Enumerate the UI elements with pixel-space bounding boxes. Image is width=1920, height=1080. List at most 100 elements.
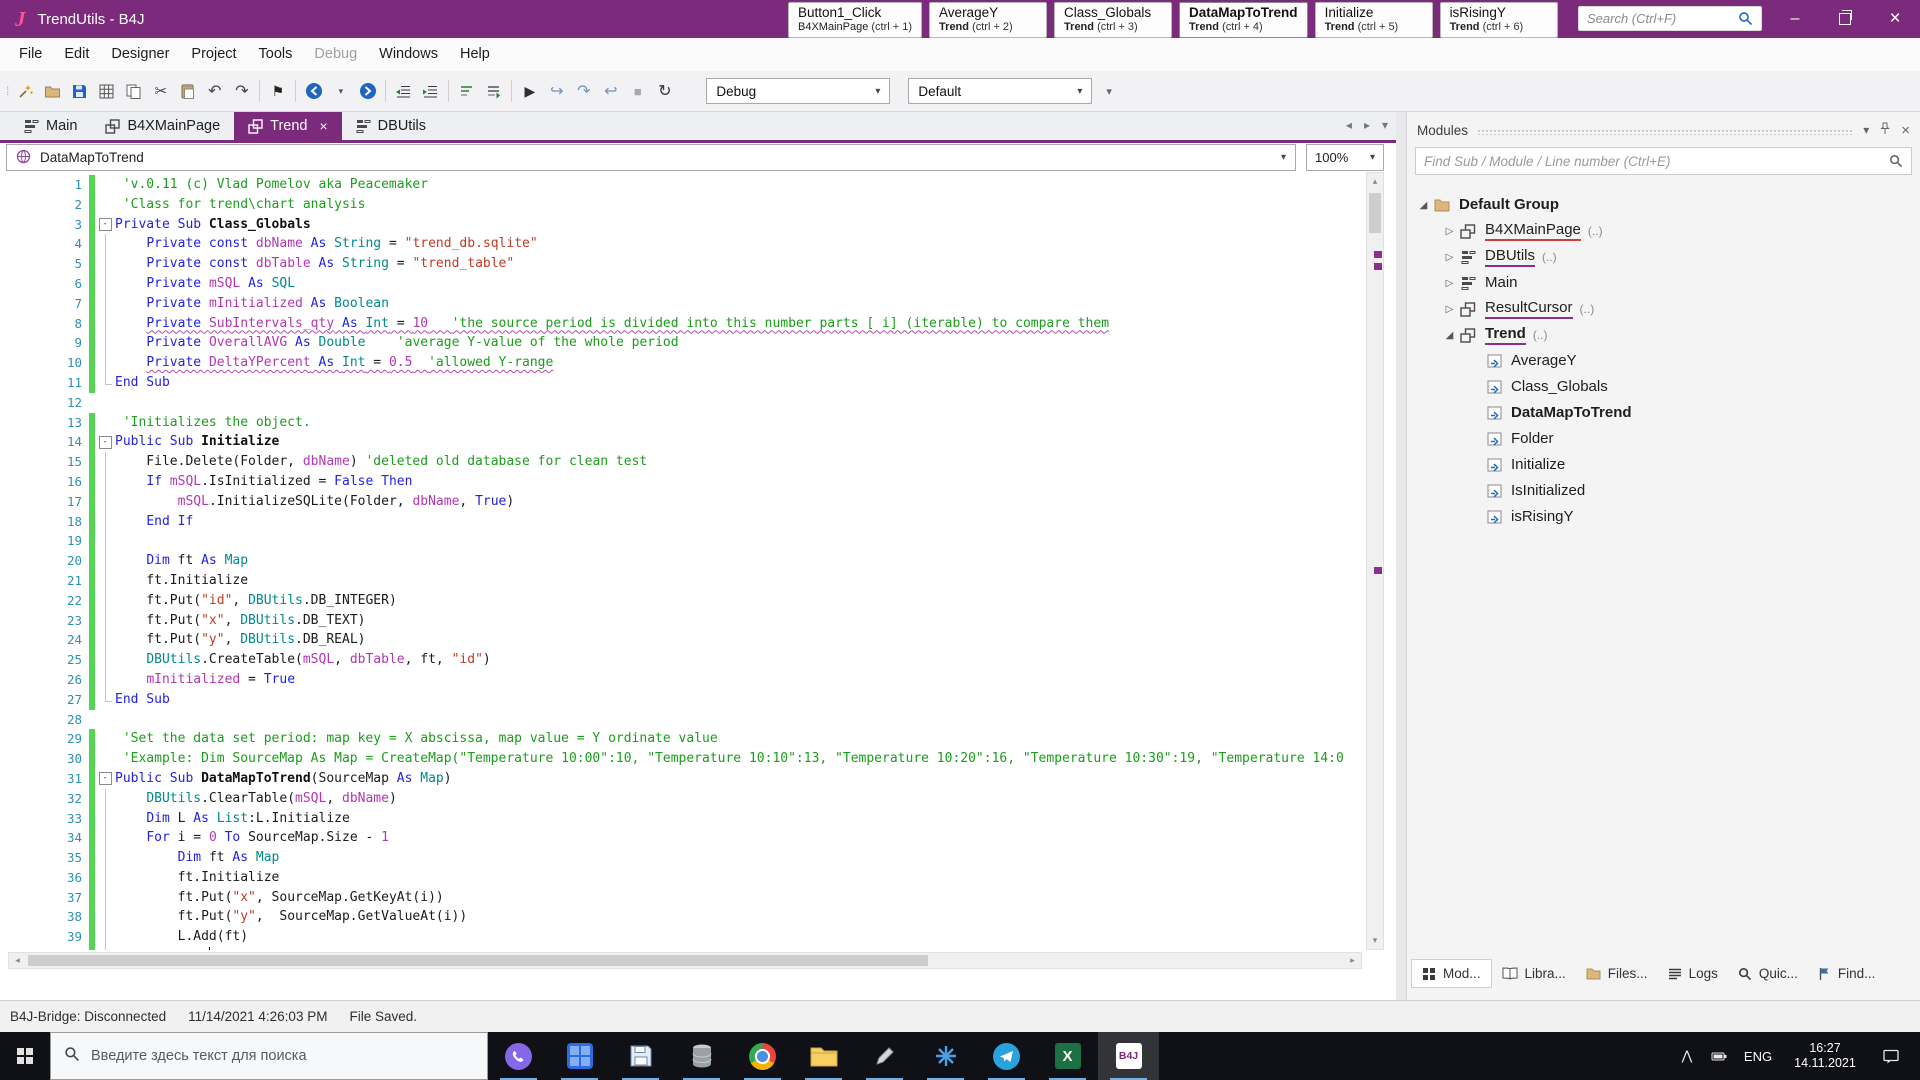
line-number[interactable]: 21 bbox=[0, 571, 87, 591]
copy-button[interactable] bbox=[120, 78, 147, 105]
fold-marker[interactable]: - bbox=[95, 769, 115, 789]
code-line[interactable]: 15 File.Delete(Folder, dbName) 'deleted … bbox=[0, 452, 1362, 472]
code-line[interactable]: 14 - Public Sub Initialize bbox=[0, 432, 1362, 452]
line-number[interactable]: 10 bbox=[0, 353, 87, 373]
scroll-up-icon[interactable]: ▴ bbox=[1367, 173, 1383, 190]
expander-icon[interactable]: ▷ bbox=[1441, 278, 1458, 289]
language-indicator[interactable]: ENG bbox=[1735, 1049, 1781, 1064]
line-number[interactable]: 8 bbox=[0, 314, 87, 334]
fold-marker[interactable]: - bbox=[95, 215, 115, 235]
code-line[interactable]: 18 End If bbox=[0, 512, 1362, 532]
expander-icon[interactable]: ◢ bbox=[1441, 330, 1458, 341]
comment-code-button[interactable] bbox=[453, 78, 480, 105]
code-line[interactable]: 3 - Private Sub Class_Globals bbox=[0, 215, 1362, 235]
code-line[interactable]: 33 Dim L As List:L.Initialize bbox=[0, 809, 1362, 829]
line-number[interactable]: 39 bbox=[0, 927, 87, 947]
quick-tab-Class_Globals[interactable]: Class_Globals Trend (ctrl + 3) bbox=[1054, 2, 1172, 38]
tree-item-IsInitialized[interactable]: IsInitialized bbox=[1407, 478, 1920, 504]
navigate-forward-button[interactable] bbox=[354, 78, 381, 105]
paste-button[interactable] bbox=[174, 78, 201, 105]
line-number[interactable]: 24 bbox=[0, 630, 87, 650]
expander-icon[interactable]: ▷ bbox=[1441, 252, 1458, 263]
outdent-code-button[interactable] bbox=[417, 78, 444, 105]
line-number[interactable]: 17 bbox=[0, 492, 87, 512]
line-number[interactable]: 29 bbox=[0, 729, 87, 749]
horizontal-scrollbar[interactable]: ◂ ▸ bbox=[8, 952, 1362, 969]
tree-item-Default Group[interactable]: ◢ Default Group bbox=[1407, 192, 1920, 218]
close-button[interactable]: × bbox=[1870, 0, 1920, 38]
panel-tab-Mod[interactable]: Mod... bbox=[1411, 959, 1492, 988]
tree-item-Trend[interactable]: ◢ Trend (..) bbox=[1407, 322, 1920, 348]
line-number[interactable]: 26 bbox=[0, 670, 87, 690]
line-number[interactable]: 35 bbox=[0, 848, 87, 868]
b4j-taskbar-button[interactable]: B4J bbox=[1098, 1032, 1159, 1080]
code-line[interactable]: 31 - Public Sub DataMapToTrend(SourceMap… bbox=[0, 769, 1362, 789]
code-line[interactable]: 8 Private SubIntervals_qty As Int = 10 '… bbox=[0, 314, 1362, 334]
menu-item-project[interactable]: Project bbox=[180, 38, 247, 71]
line-number[interactable]: 4 bbox=[0, 234, 87, 254]
quick-tab-AverageY[interactable]: AverageY Trend (ctrl + 2) bbox=[929, 2, 1047, 38]
indent-code-button[interactable] bbox=[390, 78, 417, 105]
line-number[interactable]: 11 bbox=[0, 373, 87, 393]
scroll-right-icon[interactable]: ▸ bbox=[1344, 955, 1361, 966]
line-number[interactable]: 2 bbox=[0, 195, 87, 215]
code-line[interactable]: 20 Dim ft As Map bbox=[0, 551, 1362, 571]
line-number[interactable]: 36 bbox=[0, 868, 87, 888]
save-button[interactable] bbox=[66, 78, 93, 105]
line-number[interactable]: 28 bbox=[0, 710, 87, 730]
tray-expand-icon[interactable]: ⋀ bbox=[1671, 1048, 1703, 1064]
undo-button[interactable]: ↶ bbox=[201, 78, 228, 105]
panel-tab-Quic[interactable]: Quic... bbox=[1728, 959, 1808, 988]
redo-button[interactable]: ↷ bbox=[228, 78, 255, 105]
battery-icon[interactable] bbox=[1703, 1050, 1735, 1063]
code-line[interactable]: 2 'Class for trend\chart analysis bbox=[0, 195, 1362, 215]
code-line[interactable]: 13 'Initializes the object. bbox=[0, 413, 1362, 433]
menu-item-help[interactable]: Help bbox=[449, 38, 501, 71]
code-line[interactable]: 35 Dim ft As Map bbox=[0, 848, 1362, 868]
expander-icon[interactable]: ▷ bbox=[1441, 226, 1458, 237]
line-number[interactable]: 9 bbox=[0, 333, 87, 353]
code-line[interactable]: 26 mInitialized = True bbox=[0, 670, 1362, 690]
chrome-taskbar-button[interactable] bbox=[732, 1032, 793, 1080]
zoom-select[interactable]: 100% ▾ bbox=[1306, 144, 1384, 171]
line-number[interactable]: 20 bbox=[0, 551, 87, 571]
panel-tab-Find[interactable]: Find... bbox=[1808, 959, 1886, 988]
code-line[interactable]: 6 Private mSQL As SQL bbox=[0, 274, 1362, 294]
tab-scroll-left-icon[interactable]: ◂ bbox=[1346, 118, 1352, 132]
code-line[interactable]: 34 For i = 0 To SourceMap.Size - 1 bbox=[0, 828, 1362, 848]
line-number[interactable]: 19 bbox=[0, 531, 87, 551]
doc-tab-B4XMainPage[interactable]: B4XMainPage bbox=[91, 112, 234, 140]
expander-icon[interactable]: ▷ bbox=[1441, 304, 1458, 315]
tree-item-Class_Globals[interactable]: Class_Globals bbox=[1407, 374, 1920, 400]
line-number[interactable]: 16 bbox=[0, 472, 87, 492]
doc-tab-Trend[interactable]: Trend × bbox=[234, 112, 342, 140]
tab-scroll-right-icon[interactable]: ▸ bbox=[1364, 118, 1370, 132]
scroll-down-icon[interactable]: ▾ bbox=[1367, 932, 1383, 949]
app-grid-taskbar-button[interactable] bbox=[549, 1032, 610, 1080]
horizontal-scrollbar-thumb[interactable] bbox=[28, 955, 928, 966]
tab-list-icon[interactable]: ▾ bbox=[1382, 118, 1388, 132]
code-line[interactable]: 19 bbox=[0, 531, 1362, 551]
line-number[interactable]: 3 bbox=[0, 215, 87, 235]
line-number[interactable]: 31 bbox=[0, 769, 87, 789]
database-taskbar-button[interactable] bbox=[671, 1032, 732, 1080]
scroll-left-icon[interactable]: ◂ bbox=[9, 955, 26, 966]
line-number[interactable]: 23 bbox=[0, 611, 87, 631]
navigate-back-button[interactable] bbox=[300, 78, 327, 105]
code-editor[interactable]: 1 'v.0.11 (c) Vlad Pomelov aka Peacemake… bbox=[0, 172, 1396, 950]
taskbar-clock[interactable]: 16:27 14.11.2021 bbox=[1781, 1041, 1869, 1071]
code-line[interactable]: 22 ft.Put("id", DBUtils.DB_INTEGER) bbox=[0, 591, 1362, 611]
tree-item-isRisingY[interactable]: isRisingY bbox=[1407, 504, 1920, 530]
line-number[interactable]: 40 bbox=[0, 947, 87, 950]
quick-tab-Initialize[interactable]: Initialize Trend (ctrl + 5) bbox=[1315, 2, 1433, 38]
code-line[interactable]: 5 Private const dbTable As String = "tre… bbox=[0, 254, 1362, 274]
taskbar-search-input[interactable]: Введите здесь текст для поиска bbox=[50, 1032, 488, 1080]
excel-taskbar-button[interactable]: X bbox=[1037, 1032, 1098, 1080]
start-button[interactable] bbox=[0, 1032, 50, 1080]
search-input[interactable]: Search (Ctrl+F) bbox=[1578, 6, 1762, 31]
code-line[interactable]: 29 'Set the data set period: map key = X… bbox=[0, 729, 1362, 749]
step-return-button[interactable]: ↩ bbox=[597, 78, 624, 105]
menu-item-tools[interactable]: Tools bbox=[248, 38, 304, 71]
minimize-button[interactable]: – bbox=[1770, 0, 1820, 38]
line-number[interactable]: 37 bbox=[0, 888, 87, 908]
